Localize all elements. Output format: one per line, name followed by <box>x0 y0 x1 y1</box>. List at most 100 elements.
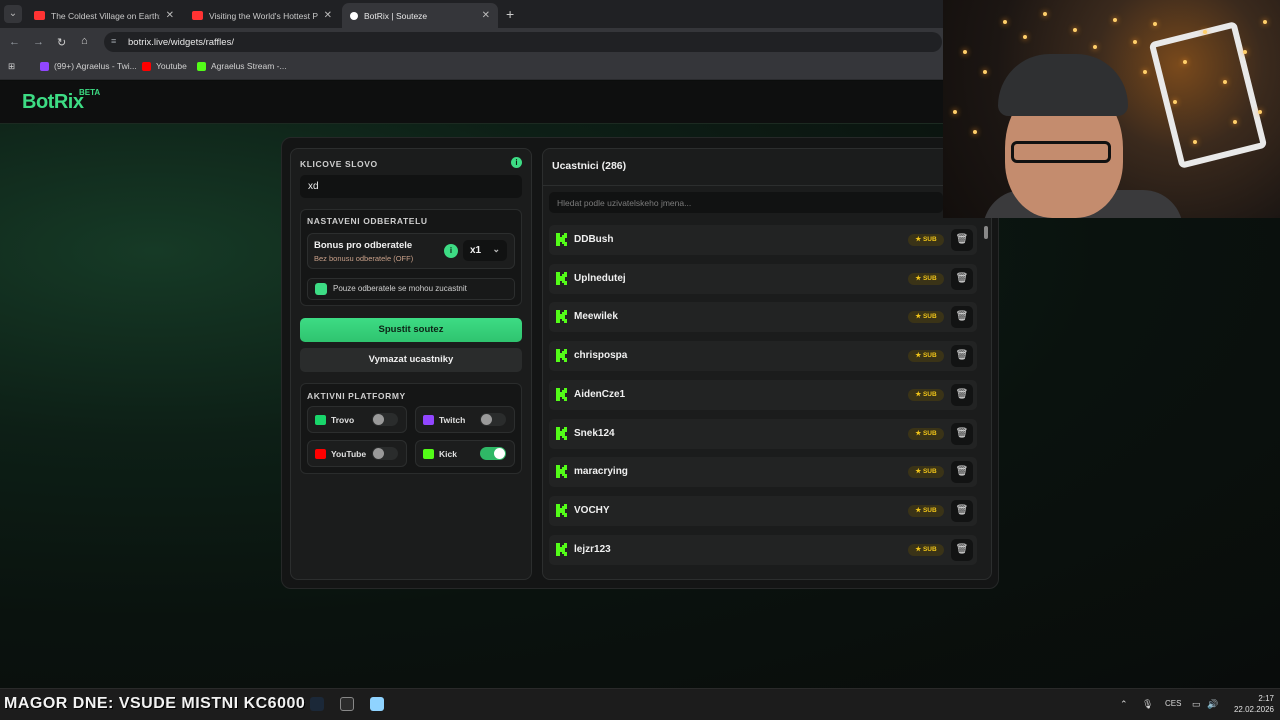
fairy-light <box>1243 50 1247 54</box>
tab-search-icon[interactable]: ⌄ <box>4 5 22 23</box>
participant-row[interactable]: VOCHY ★ SUB 🗑 <box>549 495 977 526</box>
fairy-light <box>1223 80 1227 84</box>
sub-badge: ★ SUB <box>908 350 944 363</box>
kick-toggle[interactable] <box>480 447 506 460</box>
sub-badge-label: SUB <box>922 429 937 437</box>
start-raffle-button[interactable]: Spustit soutez <box>300 318 522 342</box>
notepad-icon[interactable] <box>370 697 384 711</box>
participant-row[interactable]: AidenCze1 ★ SUB 🗑 <box>549 379 977 410</box>
delete-participant-button[interactable]: 🗑 <box>951 345 973 368</box>
sub-badge-label: SUB <box>922 545 937 553</box>
volume-icon[interactable]: 🔊 <box>1207 699 1218 710</box>
sub-badge: ★ SUB <box>908 466 944 479</box>
site-info-icon[interactable]: ≡ <box>111 36 116 46</box>
youtube-toggle[interactable] <box>372 447 398 460</box>
fairy-light <box>1173 100 1177 104</box>
tab-hottest-place[interactable]: Visiting the World's Hottest Pla ✕ <box>184 3 340 28</box>
delete-participant-button[interactable]: 🗑 <box>951 538 973 561</box>
participant-name: Meewilek <box>574 311 618 323</box>
sub-badge: ★ SUB <box>908 427 944 440</box>
delete-participant-button[interactable]: 🗑 <box>951 229 973 251</box>
platform-kick: Kick <box>415 440 515 467</box>
sub-badge-label: SUB <box>922 274 937 282</box>
network-icon[interactable]: ▭ <box>1192 699 1201 710</box>
participant-row[interactable]: Uplnedutej ★ SUB 🗑 <box>549 263 977 294</box>
fairy-light <box>983 70 987 74</box>
trovo-icon <box>315 415 326 425</box>
fairy-light <box>1263 20 1267 24</box>
close-icon[interactable]: ✕ <box>166 10 174 21</box>
fairy-light <box>1203 30 1207 34</box>
delete-participant-button[interactable]: 🗑 <box>951 499 973 522</box>
obs-icon[interactable] <box>340 697 354 711</box>
delete-participant-button[interactable]: 🗑 <box>951 306 973 329</box>
platform-trovo: Trovo <box>307 406 407 433</box>
participant-row[interactable]: Snek124 ★ SUB 🗑 <box>549 418 977 449</box>
home-icon[interactable]: ⌂ <box>81 35 88 47</box>
bookmark-kick[interactable]: Agraelus Stream -... <box>197 61 287 71</box>
sub-only-checkbox[interactable] <box>315 283 327 295</box>
stream-ticker: MAGOR DNE: VSUDE MISTNI KC6000 <box>4 695 306 712</box>
participant-name: maracrying <box>574 466 628 478</box>
apps-grid-icon[interactable]: ⊞ <box>8 61 15 72</box>
system-clock[interactable]: 2:17 22.02.2026 <box>1222 693 1274 715</box>
tab-botrix[interactable]: BotRix | Souteze ✕ <box>342 3 498 28</box>
new-tab-icon[interactable]: + <box>506 6 514 22</box>
forward-icon[interactable]: → <box>33 36 44 48</box>
tab-title: The Coldest Village on Earth: O <box>51 10 160 21</box>
delete-participant-button[interactable]: 🗑 <box>951 383 973 406</box>
bonus-multiplier-select[interactable]: x1 ⌄ <box>463 240 507 261</box>
fairy-light <box>1153 22 1157 26</box>
clear-participants-button[interactable]: Vymazat ucastniky <box>300 348 522 372</box>
delete-participant-button[interactable]: 🗑 <box>951 267 973 290</box>
participant-row[interactable]: DDBush ★ SUB 🗑 <box>549 225 977 255</box>
participant-row[interactable]: lejzr123 ★ SUB 🗑 <box>549 534 977 565</box>
twitch-toggle[interactable] <box>480 413 506 426</box>
microphone-icon[interactable]: 🎙 <box>1142 699 1153 710</box>
tab-coldest-village[interactable]: The Coldest Village on Earth: O ✕ <box>26 3 182 28</box>
fairy-light <box>1003 20 1007 24</box>
sub-badge-label: SUB <box>922 352 937 360</box>
trovo-toggle[interactable] <box>372 413 398 426</box>
chevron-up-icon[interactable]: ⌃ <box>1120 699 1128 710</box>
multiplier-value: x1 <box>470 245 482 256</box>
back-icon[interactable]: ← <box>9 36 20 48</box>
fairy-light <box>1073 28 1077 32</box>
info-icon[interactable]: i <box>444 244 458 258</box>
close-icon[interactable]: ✕ <box>482 10 490 21</box>
kick-icon <box>556 310 567 324</box>
bookmark-youtube[interactable]: Youtube <box>142 61 187 71</box>
sub-badge-label: SUB <box>922 313 937 321</box>
kick-icon <box>556 387 567 401</box>
kick-icon <box>556 233 567 246</box>
delete-participant-button[interactable]: 🗑 <box>951 461 973 484</box>
participant-scrollbar[interactable] <box>983 222 989 576</box>
participant-row[interactable]: Meewilek ★ SUB 🗑 <box>549 302 977 333</box>
tab-title: Visiting the World's Hottest Pla <box>209 10 318 21</box>
participant-search-input[interactable]: Hledat podle uzivatelskeho jmena... <box>549 192 943 213</box>
participant-name: VOCHY <box>574 504 610 516</box>
sub-only-label: Pouze odberatele se mohou zucastnit <box>333 284 467 293</box>
kick-icon <box>423 449 434 459</box>
sub-badge: ★ SUB <box>908 388 944 401</box>
close-icon[interactable]: ✕ <box>324 10 332 21</box>
bookmark-twitch[interactable]: (99+) Agraelus - Twi... <box>40 61 137 71</box>
youtube-favicon-icon <box>34 11 45 20</box>
sub-badge-label: SUB <box>922 506 937 514</box>
botrix-logo[interactable]: BotRix <box>22 91 84 114</box>
language-indicator[interactable]: CES <box>1165 699 1181 708</box>
keyword-input[interactable]: xd <box>300 175 522 198</box>
participant-row[interactable]: maracrying ★ SUB 🗑 <box>549 457 977 488</box>
fairy-light <box>1143 70 1147 74</box>
streamer-cap <box>998 54 1128 116</box>
delete-participant-button[interactable]: 🗑 <box>951 422 973 445</box>
kick-icon <box>556 542 567 556</box>
sub-badge: ★ SUB <box>908 272 944 285</box>
info-icon[interactable]: i <box>511 157 522 168</box>
steam-icon[interactable] <box>310 697 324 711</box>
fairy-light <box>1113 18 1117 22</box>
youtube-icon <box>142 61 151 71</box>
reload-icon[interactable]: ↻ <box>57 36 66 49</box>
participant-row[interactable]: chrispospa ★ SUB 🗑 <box>549 341 977 372</box>
sub-badge-label: SUB <box>922 236 937 243</box>
